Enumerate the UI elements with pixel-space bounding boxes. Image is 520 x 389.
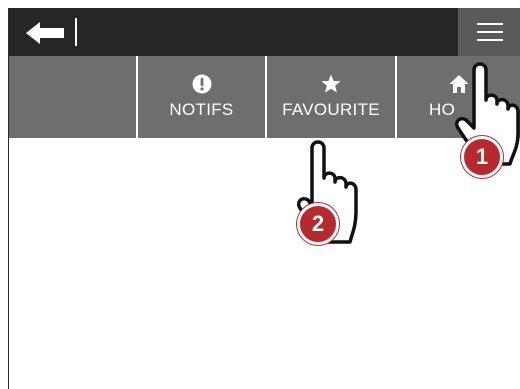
step-number: 1: [475, 144, 489, 169]
top-bar: [9, 8, 520, 56]
step-badge-2: 2: [297, 203, 339, 245]
exclamation-icon: [192, 74, 211, 94]
step-badge-1: 1: [461, 136, 503, 178]
tab-bar: NOTIFS FAVOURITE HO: [9, 56, 520, 138]
tab-notifs[interactable]: NOTIFS: [138, 56, 265, 138]
content-area: [9, 138, 520, 389]
tab-favourite-label: FAVOURITE: [282, 100, 380, 119]
tab-favourite[interactable]: FAVOURITE: [267, 56, 395, 138]
hamburger-menu-icon: [476, 23, 503, 41]
header-divider: [75, 18, 77, 46]
star-icon: [321, 74, 341, 93]
app-frame: NOTIFS FAVOURITE HO: [8, 8, 520, 389]
back-button[interactable]: [19, 16, 73, 50]
menu-button[interactable]: [458, 8, 520, 56]
tab-notifs-label: NOTIFS: [169, 100, 234, 119]
tab-blank[interactable]: [9, 56, 136, 138]
arrow-left-icon: [26, 22, 64, 44]
step-number: 2: [311, 211, 325, 236]
